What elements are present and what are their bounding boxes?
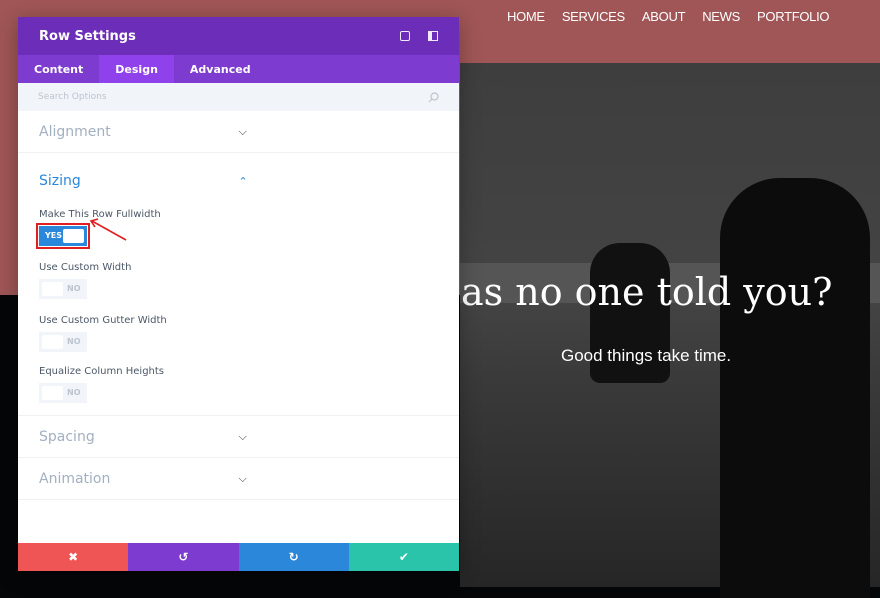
section-spacing[interactable]: Spacing ⌵ <box>18 416 459 458</box>
option-gutter-width: Use Custom Gutter Width NO <box>39 315 438 366</box>
nav-news[interactable]: NEWS <box>702 9 740 24</box>
search-placeholder: Search Options <box>38 92 107 102</box>
section-sizing: Sizing ⌃ Make This Row Fullwidth YES Use… <box>18 153 459 416</box>
toggle-value: NO <box>67 388 81 397</box>
cancel-button[interactable]: ✖ <box>18 543 129 571</box>
option-label: Use Custom Width <box>39 262 132 273</box>
nav-about[interactable]: ABOUT <box>642 9 686 24</box>
section-title: Spacing <box>39 428 95 445</box>
close-icon: ✖ <box>68 550 79 564</box>
section-title: Animation <box>39 470 111 487</box>
check-icon: ✔ <box>398 550 409 564</box>
hero-image <box>460 63 880 598</box>
chevron-down-icon: ⌵ <box>238 124 247 138</box>
tab-content[interactable]: Content <box>18 55 99 83</box>
option-custom-width: Use Custom Width NO <box>39 262 438 315</box>
redo-button[interactable]: ↻ <box>238 543 349 571</box>
fullwidth-toggle[interactable]: YES <box>36 223 90 249</box>
section-alignment[interactable]: Alignment ⌵ <box>18 111 459 153</box>
fullscreen-icon[interactable] <box>400 31 410 41</box>
redo-icon: ↻ <box>288 550 299 564</box>
section-animation[interactable]: Animation ⌵ <box>18 458 459 500</box>
chevron-up-icon: ⌃ <box>238 174 248 188</box>
custom-width-toggle[interactable]: NO <box>39 279 87 299</box>
section-title: Alignment <box>39 123 111 140</box>
chevron-down-icon: ⌵ <box>238 429 247 443</box>
search-icon <box>428 91 439 102</box>
panel-tabs: Content Design Advanced <box>18 55 459 83</box>
save-button[interactable]: ✔ <box>348 543 459 571</box>
row-settings-panel: Row Settings Content Design Advanced Sea… <box>18 17 459 571</box>
toggle-value: YES <box>45 231 63 240</box>
gutter-width-toggle[interactable]: NO <box>39 332 87 352</box>
hero-title: as no one told you? <box>461 270 833 314</box>
sizing-header[interactable]: Sizing ⌃ <box>39 153 438 209</box>
sidebar-toggle-icon[interactable] <box>428 31 438 41</box>
nav-portfolio[interactable]: PORTFOLIO <box>757 9 829 24</box>
hero-subtitle: Good things take time. <box>561 346 732 365</box>
section-title: Sizing <box>39 173 81 189</box>
chevron-down-icon: ⌵ <box>238 471 247 485</box>
nav-home[interactable]: HOME <box>507 9 545 24</box>
nav-services[interactable]: SERVICES <box>562 9 625 24</box>
tab-design[interactable]: Design <box>99 55 174 83</box>
site-nav: HOME SERVICES ABOUT NEWS PORTFOLIO <box>507 9 830 24</box>
option-equalize-heights: Equalize Column Heights NO <box>39 366 438 419</box>
panel-footer: ✖ ↺ ↻ ✔ <box>18 543 459 571</box>
undo-icon: ↺ <box>178 550 189 564</box>
equalize-heights-toggle[interactable]: NO <box>39 383 87 403</box>
panel-title: Row Settings <box>39 28 136 44</box>
search-options-input[interactable]: Search Options <box>18 83 459 111</box>
option-label: Use Custom Gutter Width <box>39 315 167 326</box>
option-label: Equalize Column Heights <box>39 366 165 377</box>
panel-header: Row Settings <box>18 17 459 55</box>
annotation-arrow-icon <box>89 218 127 241</box>
tab-advanced[interactable]: Advanced <box>174 55 267 83</box>
undo-button[interactable]: ↺ <box>128 543 239 571</box>
toggle-value: NO <box>67 337 81 346</box>
toggle-value: NO <box>67 284 81 293</box>
